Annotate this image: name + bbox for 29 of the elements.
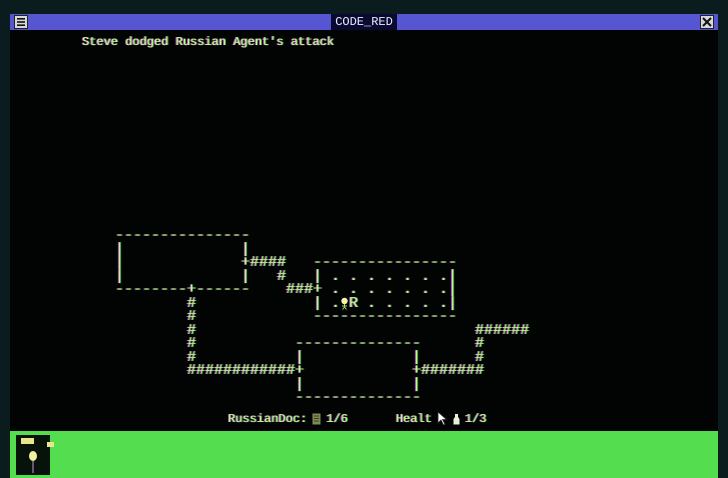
map-row: --------------- — [115, 229, 250, 242]
map-row-text: # ---------------- — [186, 310, 458, 324]
menu-button[interactable] — [14, 15, 28, 29]
map-row-text: # -------------- # — [186, 337, 484, 350]
menu-icon — [16, 17, 26, 27]
map-row: | | # | . . . . . . .| — [115, 270, 458, 283]
bottle-icon — [452, 412, 460, 424]
health-label: Healt — [396, 410, 432, 426]
player-icon — [340, 296, 350, 310]
map-row: --------+------ ###+ . . . . . . .| — [115, 283, 458, 296]
map-row: R . . . . .| — [349, 296, 458, 310]
floppy-disk-icon — [16, 434, 54, 474]
close-button[interactable] — [700, 15, 714, 29]
map-row-text: ############+ +####### — [186, 364, 484, 378]
map-row-text: # | . — [186, 296, 340, 310]
close-icon — [702, 17, 712, 27]
cursor-icon — [436, 411, 448, 426]
map-row-text: | | — [294, 378, 422, 391]
map-row: | +#### ---------------- — [115, 256, 458, 270]
document-icon — [312, 412, 322, 424]
docs-count: 1/6 — [326, 410, 348, 426]
docs-label: RussianDoc: — [228, 410, 308, 426]
health-count: 1/3 — [464, 410, 486, 426]
message-text: Steve dodged Russian Agent's attack — [81, 34, 336, 49]
map-row-text: # | | # — [186, 350, 484, 364]
map-row-text: # ###### — [186, 324, 530, 337]
map-row-text: -------------- — [294, 391, 422, 404]
map-row: | | — [115, 242, 250, 256]
window-title: CODE_RED — [331, 14, 397, 30]
